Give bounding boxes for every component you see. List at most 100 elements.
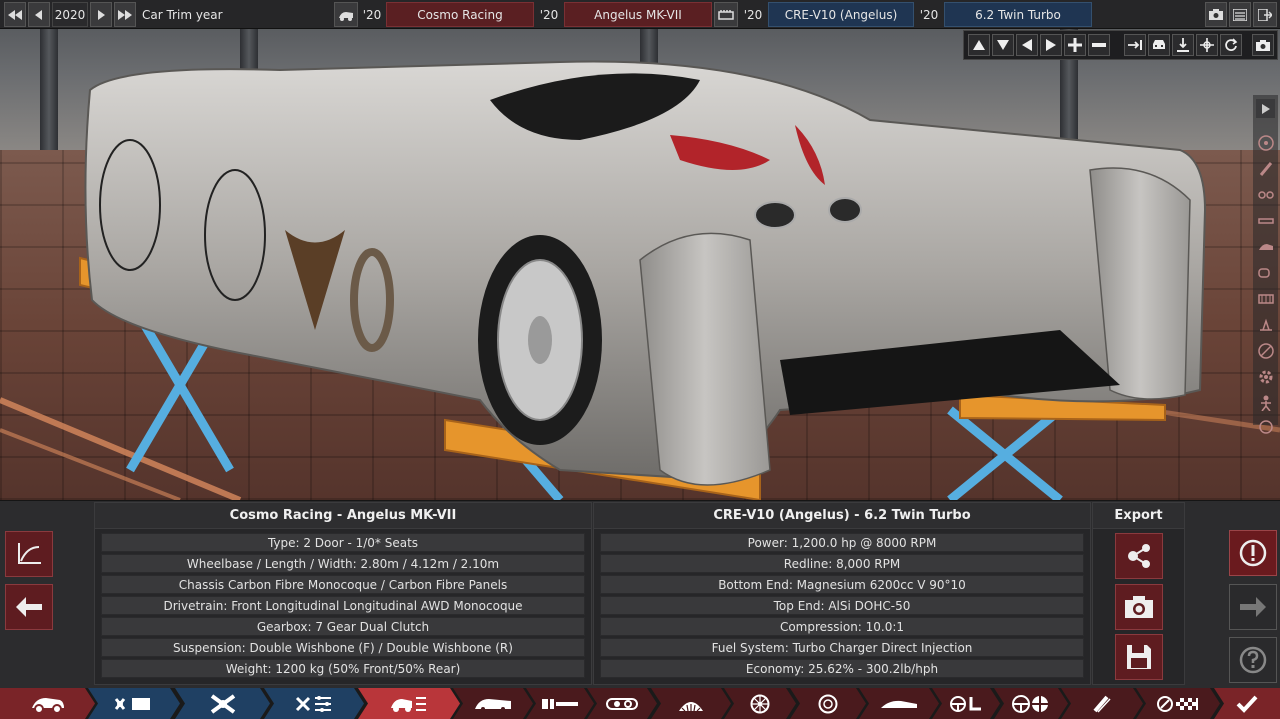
car-info-row: Suspension: Double Wishbone (F) / Double… [101,638,585,657]
export-photo-button[interactable] [1115,584,1163,630]
tab-body[interactable] [453,688,533,719]
tab-car-trim[interactable] [358,688,460,719]
tab-engine-block[interactable] [175,688,270,719]
rotate-up-button[interactable] [968,34,990,56]
rotate-right-button[interactable] [1040,34,1062,56]
tab-brakes[interactable] [790,688,866,719]
zoom-in-button[interactable] [1064,34,1086,56]
exit-icon [1258,8,1272,21]
body-tool-button[interactable] [1256,237,1275,256]
camera-icon [1209,9,1223,20]
bar-icon [1257,217,1274,224]
trim-year-label: Car Trim year [138,2,224,27]
trim-tool-button[interactable] [1256,211,1275,230]
exhaust-tool-button[interactable] [1256,315,1275,334]
tab-suspension[interactable] [651,688,731,719]
settings-tool-button[interactable] [1256,367,1275,386]
misc-tool-button[interactable] [1256,417,1275,436]
photo-mode-button[interactable] [1252,34,1274,56]
arrow-right-icon [1240,597,1266,617]
variant-year: '20 [916,2,942,27]
menu-list-button[interactable] [1229,2,1251,27]
grille-tool-button[interactable] [1256,289,1275,308]
save-icon [1127,645,1151,669]
prev-year-button[interactable] [28,2,50,27]
chassis-icon [540,696,580,712]
engine-info-section: CRE-V10 (Angelus) - 6.2 Twin Turbo Power… [593,502,1091,685]
tab-fixtures[interactable] [587,688,657,719]
trim-name-text: Angelus MK-VII [594,7,682,22]
engine-family-icon [114,695,154,713]
mirror-tool-button[interactable] [1256,263,1275,282]
back-button[interactable] [5,584,53,630]
tab-wheels[interactable] [724,688,796,719]
car-model-icon [30,694,66,714]
export-save-button[interactable] [1115,634,1163,680]
next-icon [98,9,105,20]
wheel-tool-button[interactable] [1256,133,1275,152]
arrow-up-icon [973,40,985,50]
zoom-out-button[interactable] [1088,34,1110,56]
engine-info-row: Top End: AlSi DOHC-50 [600,596,1084,615]
tab-car-model[interactable] [0,688,95,719]
collapse-toolbar-button[interactable] [1256,99,1275,118]
car-info-row: Gearbox: 7 Gear Dual Clutch [101,617,585,636]
move-icon [1200,38,1214,52]
tab-aero[interactable] [859,688,939,719]
last-year-button[interactable] [114,2,136,27]
move-button[interactable] [1196,34,1218,56]
arrow-to-line-icon [1128,40,1142,50]
tab-engine-tune[interactable] [264,688,364,719]
tab-drivetrain[interactable] [994,688,1068,719]
view-side-button[interactable] [1124,34,1146,56]
no-entry-tool-button[interactable] [1256,341,1275,360]
prev-icon [35,9,42,20]
trim-selector[interactable]: Angelus MK-VII [564,2,712,27]
exit-button[interactable] [1253,2,1277,27]
year-field[interactable]: 2020 [52,2,88,27]
screenshot-button[interactable] [1205,2,1227,27]
tab-engine-family[interactable] [88,688,180,719]
engine-family-text: CRE-V10 (Angelus) [784,7,898,22]
engine-variant-text: 6.2 Twin Turbo [975,7,1061,22]
reset-view-button[interactable] [1220,34,1242,56]
next-button[interactable] [1229,584,1277,630]
model-family-selector[interactable]: Cosmo Racing [386,2,534,27]
variant-year-text: '20 [919,7,939,22]
model-icon-button[interactable] [334,2,358,27]
body-icon [473,697,513,711]
paint-tool-button[interactable] [1256,159,1275,178]
arrow-left-icon [1022,39,1032,51]
arrow-left-icon [16,597,42,617]
car-3d-viewport[interactable] [0,0,1280,500]
driver-tool-button[interactable] [1256,393,1275,412]
next-year-button[interactable] [90,2,112,27]
first-year-button[interactable] [4,2,26,27]
car-info-row: Weight: 1200 kg (50% Front/50% Rear) [101,659,585,678]
engine-variant-selector[interactable]: 6.2 Twin Turbo [944,2,1092,27]
help-button[interactable] [1229,637,1277,683]
suspension-icon [676,695,706,713]
side-toolbar [1253,95,1278,434]
car-render [0,60,1280,500]
rotate-left-button[interactable] [1016,34,1038,56]
stats-graph-button[interactable] [5,531,53,577]
model-year-text: '20 [362,7,382,22]
model-family-text: Cosmo Racing [417,7,503,22]
warnings-button[interactable] [1229,530,1277,576]
brakes-icon [818,694,838,714]
engine-family-selector[interactable]: CRE-V10 (Angelus) [768,2,914,27]
rotate-icon [1225,38,1238,51]
export-share-button[interactable] [1115,533,1163,579]
lights-tool-button[interactable] [1256,185,1275,204]
tab-confirm[interactable] [1214,688,1280,719]
engine-icon-button[interactable] [714,2,738,27]
rotate-down-button[interactable] [992,34,1014,56]
tab-chassis[interactable] [526,688,594,719]
engine-block-icon [208,694,238,714]
view-car-button[interactable] [1148,34,1170,56]
tab-testing[interactable] [1136,688,1220,719]
view-floor-button[interactable] [1172,34,1194,56]
tab-fuel[interactable] [1061,688,1143,719]
tab-interior[interactable] [932,688,1000,719]
